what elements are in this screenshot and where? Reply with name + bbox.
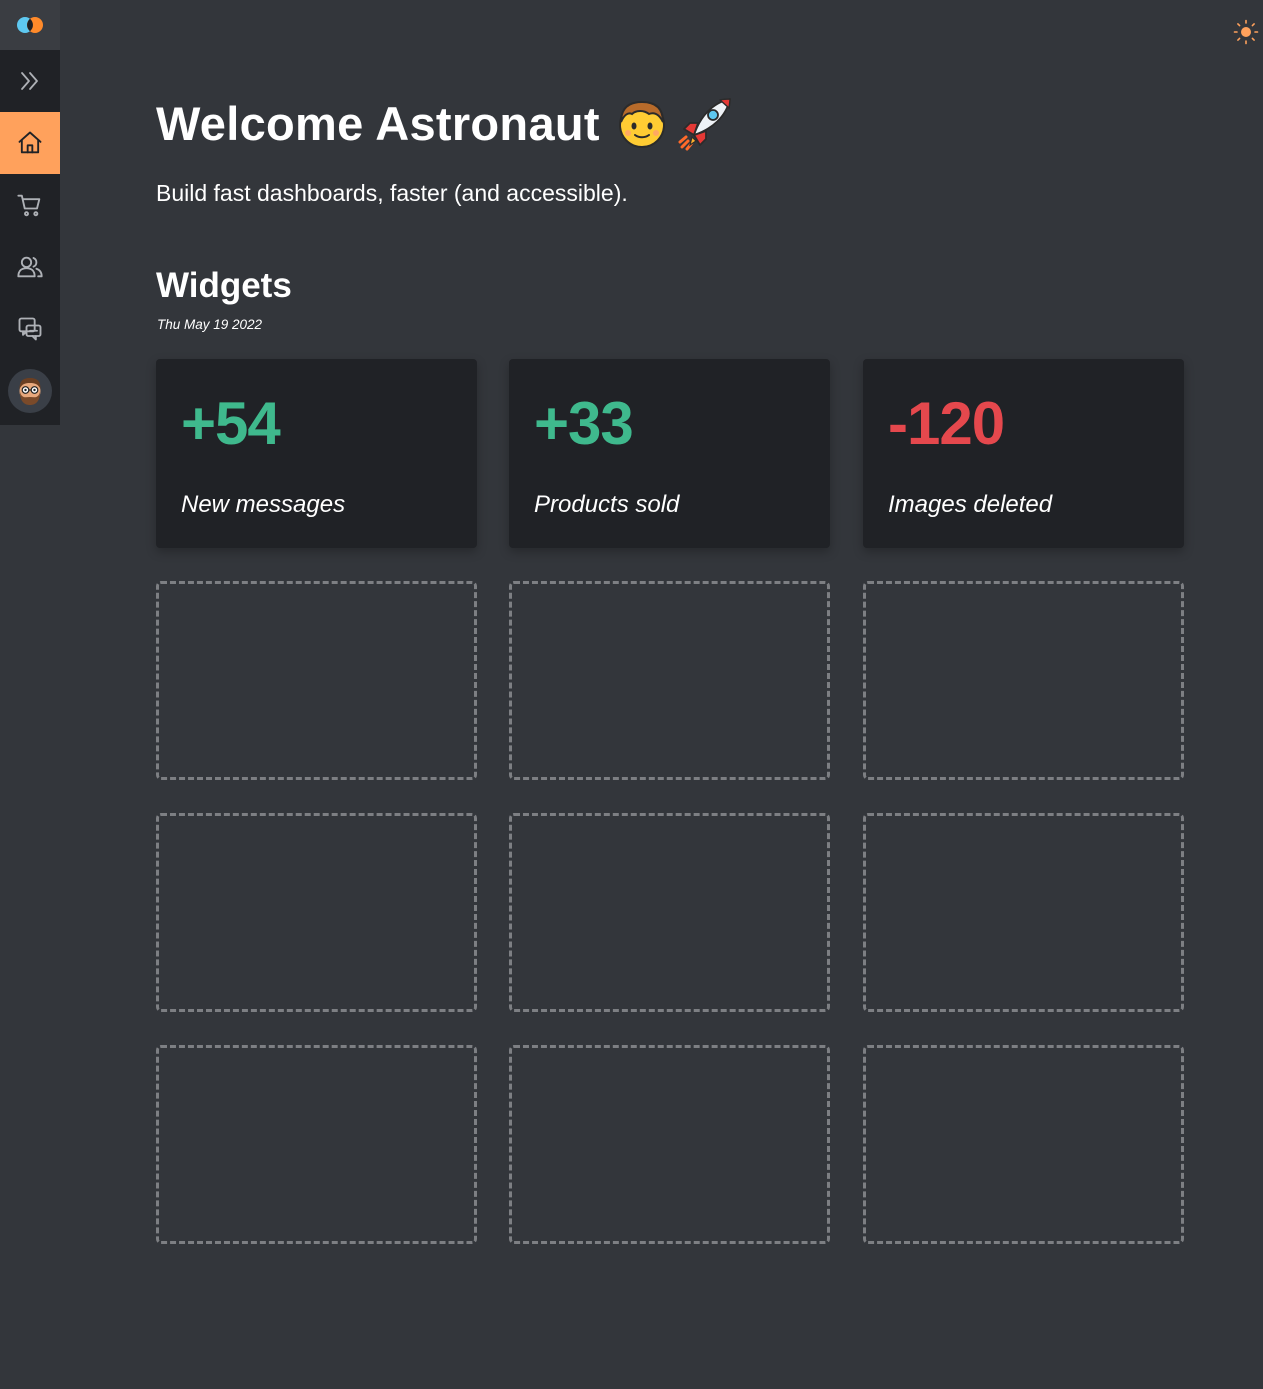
widget-placeholder bbox=[863, 581, 1184, 780]
home-icon bbox=[18, 131, 42, 154]
sidebar-item-cart[interactable] bbox=[0, 174, 60, 236]
widget-placeholder bbox=[863, 813, 1184, 1012]
users-icon bbox=[17, 256, 43, 278]
widget-card-products: +33 Products sold bbox=[509, 359, 830, 548]
app-logo-icon bbox=[17, 17, 43, 33]
widget-placeholder bbox=[863, 1045, 1184, 1244]
sidebar-item-users[interactable] bbox=[0, 236, 60, 298]
boy-emoji-icon bbox=[618, 100, 665, 148]
widgets-heading: Widgets bbox=[156, 266, 292, 305]
page-title-text: Welcome Astronaut bbox=[156, 96, 600, 150]
widget-placeholder bbox=[156, 813, 477, 1012]
sidebar-item-messages[interactable] bbox=[0, 298, 60, 360]
widget-label: New messages bbox=[181, 491, 346, 518]
widget-label: Products sold bbox=[534, 491, 680, 518]
sidebar bbox=[0, 0, 60, 425]
widget-placeholder bbox=[509, 813, 830, 1012]
page-subtitle: Build fast dashboards, faster (and acces… bbox=[156, 180, 628, 206]
widgets-date: Thu May 19 2022 bbox=[157, 317, 263, 332]
widget-label: Images deleted bbox=[888, 491, 1053, 518]
widget-placeholder bbox=[509, 581, 830, 780]
title-emojis bbox=[616, 95, 744, 151]
expand-chevrons-icon bbox=[21, 72, 38, 90]
theme-toggle-button[interactable] bbox=[1233, 19, 1259, 45]
sidebar-item-home[interactable] bbox=[0, 112, 60, 174]
app-logo[interactable] bbox=[0, 0, 60, 50]
page-title: Welcome Astronaut bbox=[156, 95, 744, 151]
bearded-man-avatar-icon bbox=[19, 378, 41, 405]
widget-placeholder bbox=[156, 581, 477, 780]
widget-value: -120 bbox=[888, 390, 1005, 457]
sun-icon bbox=[1233, 19, 1259, 45]
expand-sidebar-button[interactable] bbox=[0, 50, 60, 112]
shopping-cart-icon bbox=[17, 194, 41, 217]
user-avatar bbox=[8, 369, 52, 413]
widget-placeholder bbox=[156, 1045, 477, 1244]
widget-value: +33 bbox=[534, 390, 634, 457]
widget-value: +54 bbox=[181, 390, 281, 457]
widget-placeholder bbox=[509, 1045, 830, 1244]
rocket-emoji-icon bbox=[678, 98, 731, 151]
sidebar-item-profile[interactable] bbox=[0, 360, 60, 422]
widget-card-messages: +54 New messages bbox=[156, 359, 477, 548]
widget-card-images: -120 Images deleted bbox=[863, 359, 1184, 548]
messages-icon bbox=[18, 317, 42, 341]
